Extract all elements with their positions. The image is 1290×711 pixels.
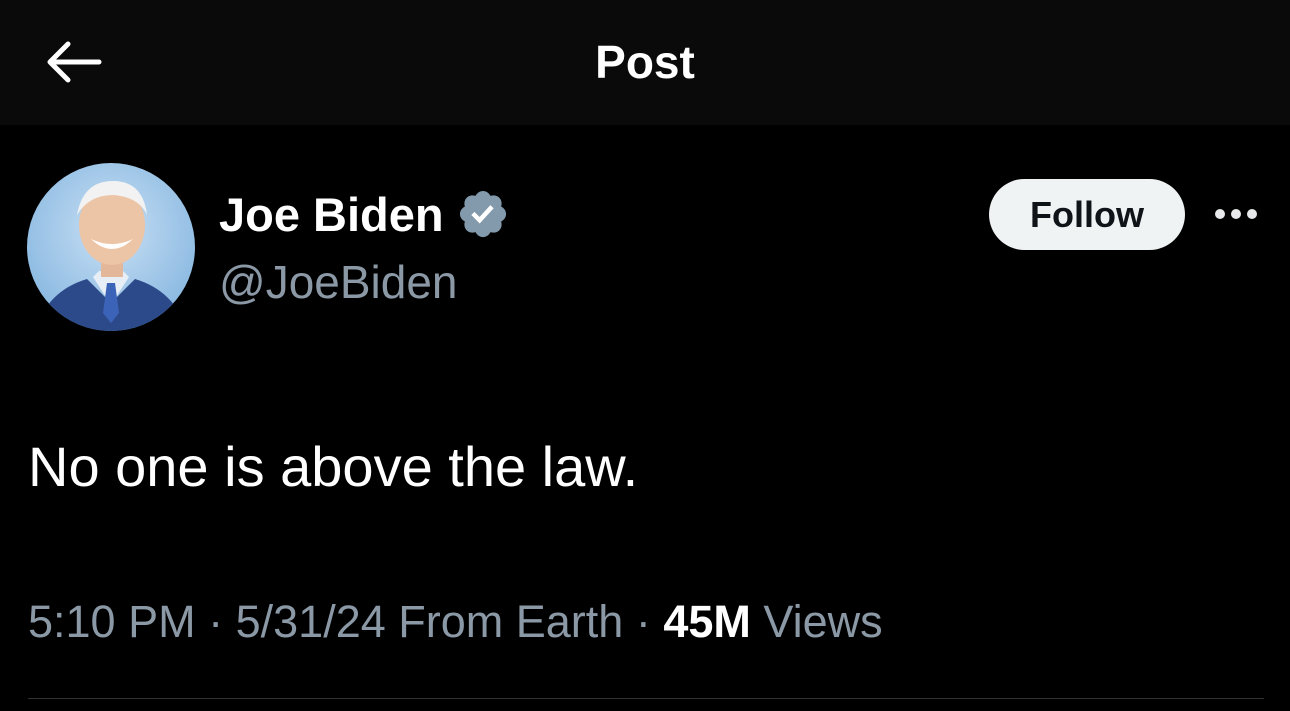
verified-badge-icon	[459, 190, 506, 238]
post-source: From Earth	[398, 596, 624, 647]
top-bar: Post	[0, 0, 1290, 125]
views-count[interactable]: 45M	[663, 596, 751, 647]
page-title: Post	[595, 36, 695, 88]
author-handle[interactable]: @JoeBiden	[219, 252, 458, 312]
profile-photo	[27, 163, 195, 331]
author-row: Joe Biden	[219, 183, 510, 245]
post-date[interactable]: 5/31/24	[236, 596, 386, 647]
display-name[interactable]: Joe Biden	[219, 187, 444, 242]
post-text: No one is above the law.	[28, 435, 639, 498]
meta-separator: ·	[635, 596, 651, 647]
post-meta: 5:10 PM · 5/31/24 From Earth · 45M Views	[28, 592, 883, 652]
views-label[interactable]: Views	[763, 596, 882, 647]
post-time[interactable]: 5:10 PM	[28, 596, 196, 647]
divider	[28, 698, 1264, 699]
ellipsis-icon	[1215, 209, 1257, 219]
avatar[interactable]	[27, 163, 195, 331]
meta-separator: ·	[208, 596, 224, 647]
follow-button[interactable]: Follow	[989, 179, 1185, 250]
more-options-button[interactable]	[1210, 196, 1262, 232]
